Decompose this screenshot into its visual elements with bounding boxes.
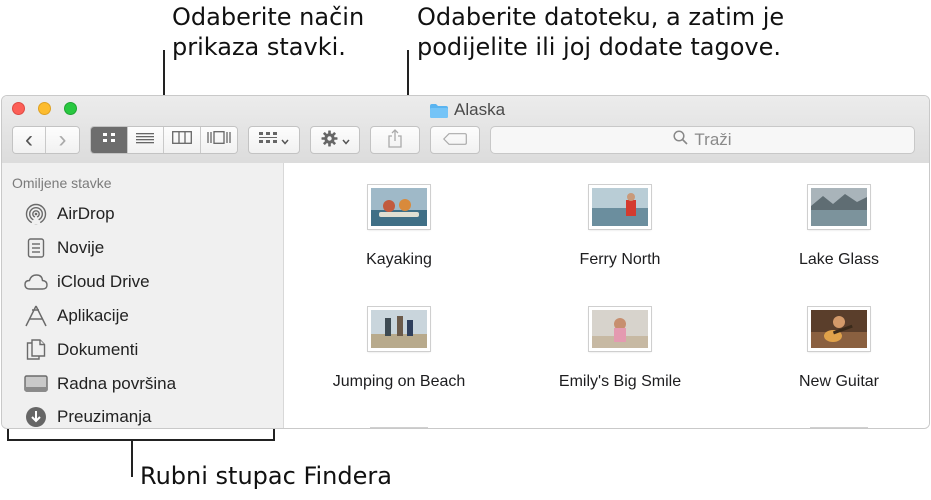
photo-thumbnail [368,307,430,351]
cloud-icon [24,270,48,294]
gear-icon [321,130,338,150]
finder-sidebar: Omiljene stavke AirDrop Novije iCloud Dr… [2,163,284,428]
callout-sidebar: Rubni stupac Findera [140,462,392,490]
sidebar-item-applications[interactable]: Aplikacije [24,302,129,330]
tag-icon [442,132,467,148]
icon-view-icon [102,131,116,149]
window-title-text: Alaska [454,100,506,119]
edit-tags-button[interactable] [430,126,480,154]
icon-view-button[interactable] [91,127,128,153]
window-title: Alaska [430,100,505,120]
toolbar: Alaska ‹ › Traži [2,96,929,164]
forward-button[interactable]: › [46,127,79,153]
file-name: Lake Glass [798,251,880,268]
sidebar-item-airdrop[interactable]: AirDrop [24,200,115,228]
applications-icon [24,304,48,328]
sidebar-item-icloud-drive[interactable]: iCloud Drive [24,268,150,296]
sidebar-item-label: Dokumenti [57,340,139,359]
desktop-icon [24,372,48,396]
callout-share-line1: Odaberite datoteku, a zatim je [417,3,785,31]
recents-icon [24,236,48,260]
sidebar-item-label: AirDrop [57,204,115,223]
callout-line-sidebar-bracket-right [273,429,275,441]
sidebar-item-downloads[interactable]: Preuzimanja [24,403,152,428]
photo-thumbnail [589,307,651,351]
sidebar-item-label: Preuzimanja [57,407,152,426]
file-item[interactable]: Lake Glass [749,185,929,269]
file-name: New Guitar [798,373,880,390]
sidebar-item-recents[interactable]: Novije [24,234,104,262]
file-item[interactable]: New Guitar [749,307,929,391]
chevron-left-icon: ‹ [25,126,33,153]
chevron-down-icon [341,132,350,148]
share-button[interactable] [370,126,420,154]
group-by-button[interactable] [248,126,300,154]
photo-thumbnail [368,185,430,229]
search-icon [673,130,688,150]
file-browser: Kayaking Ferry North Lake Glass Jumping … [284,163,929,428]
sidebar-item-documents[interactable]: Dokumenti [24,336,138,364]
list-view-button[interactable] [127,127,164,153]
finder-window: Alaska ‹ › Traži Omiljene stavke AirDrop… [1,95,930,429]
callout-line-sidebar-bracket [7,439,275,441]
file-item[interactable]: Ferry North [530,185,710,269]
sidebar-section-favorites: Omiljene stavke [12,175,112,191]
search-placeholder: Traži [694,130,732,149]
file-item-partial [810,427,868,428]
callout-share-line2: podijelite ili joj dodate tagove. [417,33,781,61]
callout-view-mode-line1: Odaberite način [172,3,365,31]
view-mode-control [90,126,238,154]
sidebar-item-label: Radna površina [57,374,177,393]
chevron-right-icon: › [58,126,67,153]
file-item[interactable]: Kayaking [309,185,489,269]
gallery-view-icon [207,131,231,149]
group-icon [259,132,277,148]
list-view-icon [136,131,155,149]
callout-share: Odaberite datoteku, a zatim je podijelit… [417,2,784,62]
callout-line-sidebar-bracket-left [7,429,9,441]
file-name: Kayaking [366,251,432,268]
file-name: Ferry North [579,251,661,268]
sidebar-item-label: iCloud Drive [57,272,150,291]
zoom-window-button[interactable] [64,102,77,115]
file-name: Emily's Big Smile [558,373,682,390]
file-item-partial [370,427,428,428]
chevron-down-icon [281,132,289,148]
callout-line-sidebar-vertical [131,439,133,477]
file-name: Jumping on Beach [332,373,466,390]
back-button[interactable]: ‹ [13,126,47,153]
photo-thumbnail [808,307,870,351]
gallery-view-button[interactable] [200,127,237,153]
sidebar-item-label: Aplikacije [57,306,129,325]
minimize-window-button[interactable] [38,102,51,115]
navigation-buttons: ‹ › [12,126,80,154]
column-view-button[interactable] [164,127,201,153]
photo-thumbnail [589,185,651,229]
search-field[interactable]: Traži [490,126,915,154]
photo-thumbnail [808,185,870,229]
airdrop-icon [24,202,48,226]
folder-icon [430,103,448,118]
sidebar-item-label: Novije [57,238,105,257]
column-view-icon [171,131,192,149]
documents-icon [24,338,48,362]
share-icon [387,129,403,151]
file-item[interactable]: Jumping on Beach [309,307,489,391]
action-menu-button[interactable] [310,126,360,154]
file-item[interactable]: Emily's Big Smile [530,307,710,391]
callout-view-mode: Odaberite način prikaza stavki. [172,2,364,62]
sidebar-item-desktop[interactable]: Radna površina [24,370,176,398]
downloads-icon [24,405,48,428]
callout-view-mode-line2: prikaza stavki. [172,33,346,61]
close-window-button[interactable] [12,102,25,115]
